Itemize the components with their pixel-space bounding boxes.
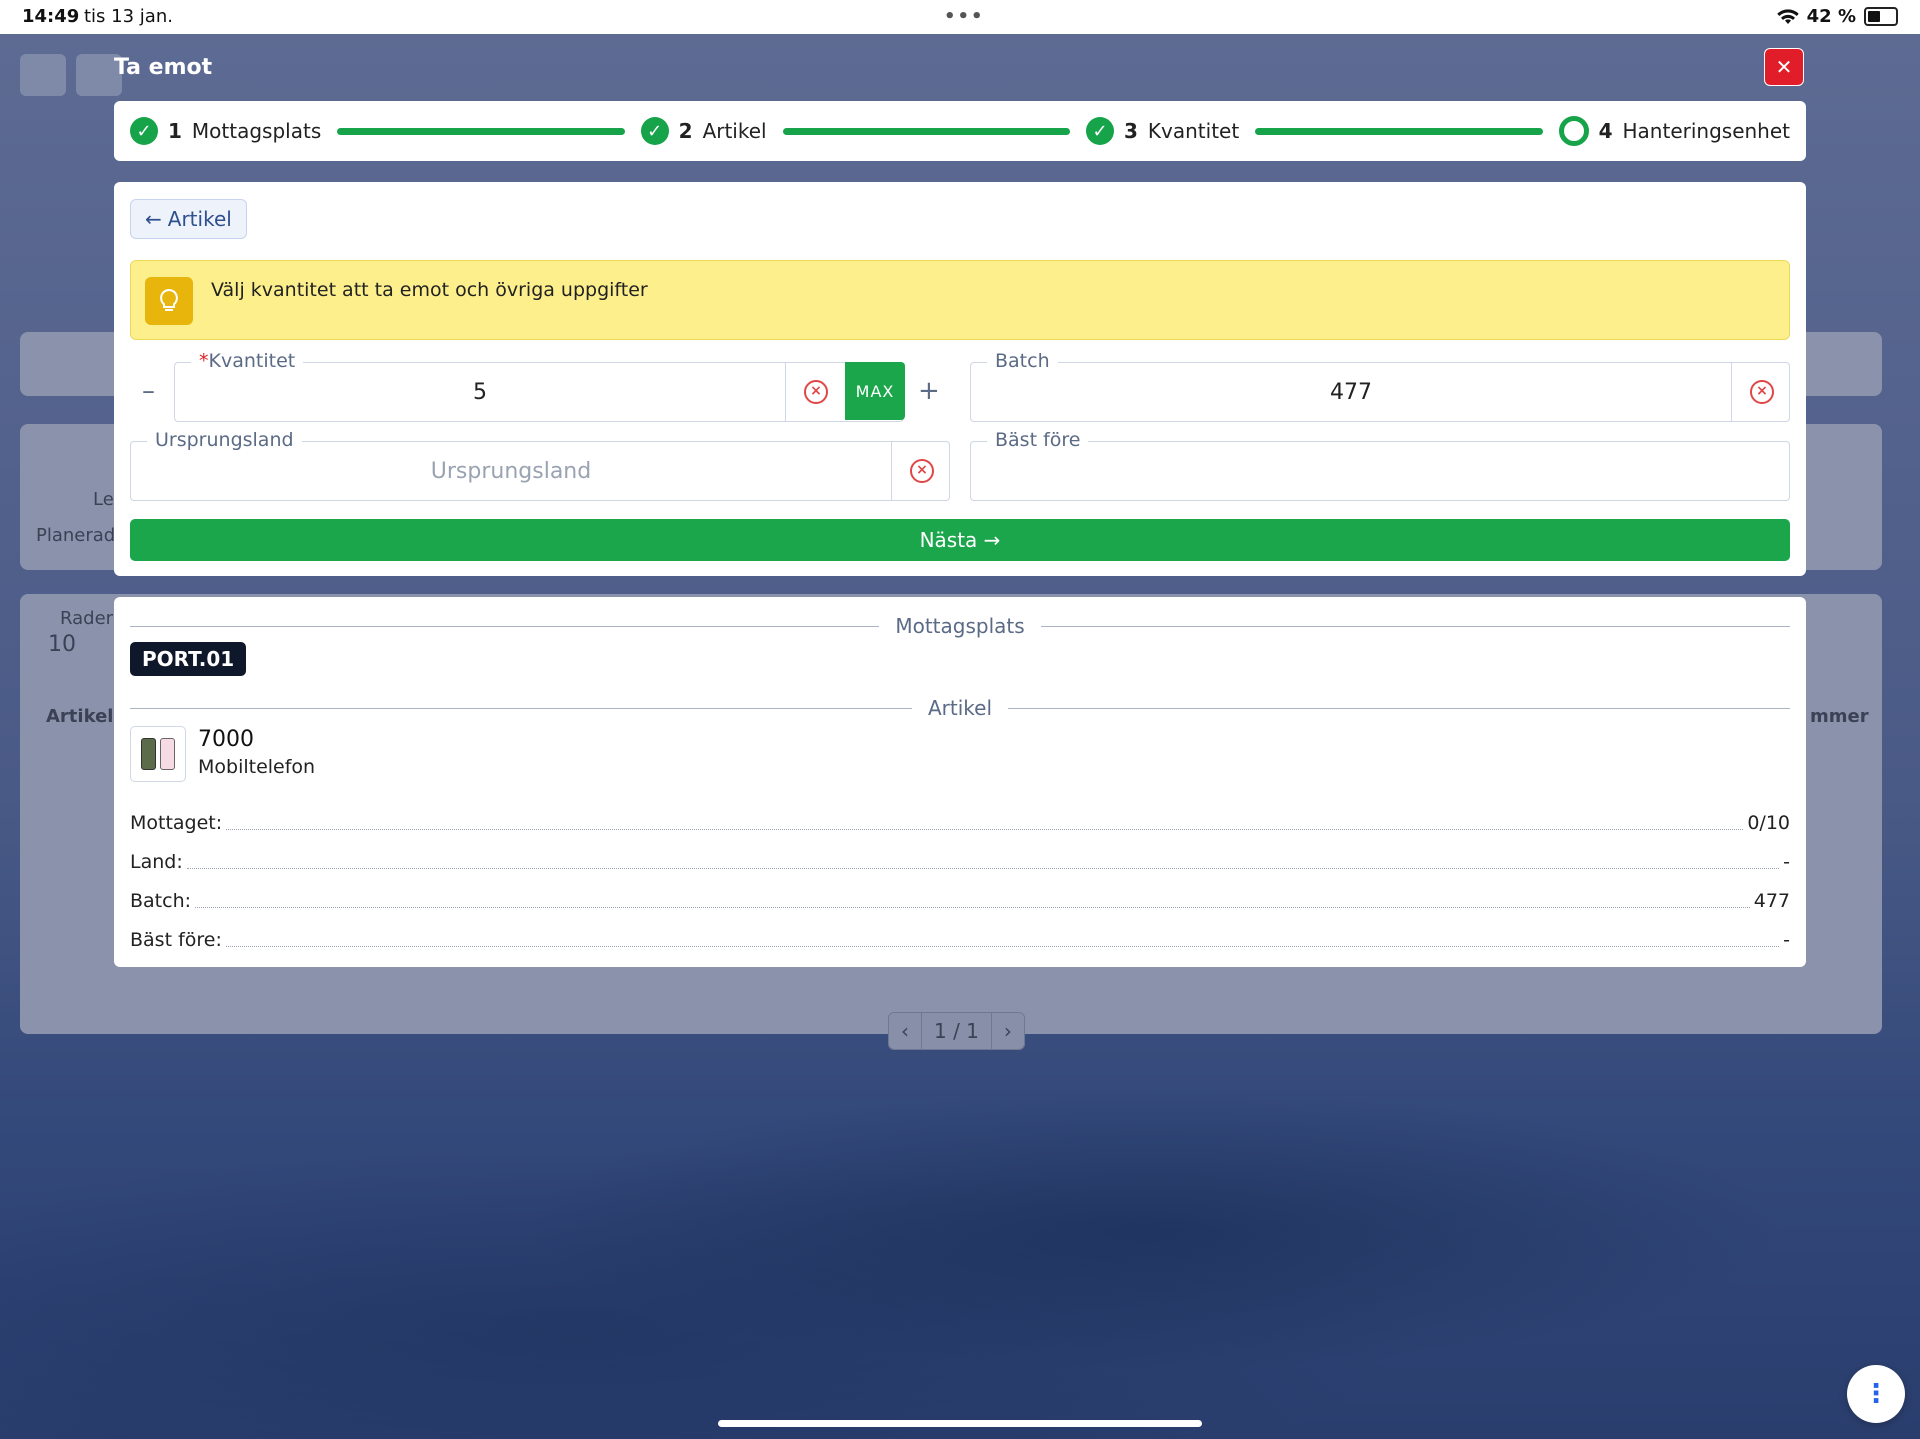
info-label: Planerad	[36, 525, 116, 546]
table-header: Artikel	[46, 706, 114, 727]
wifi-icon	[1776, 8, 1799, 24]
step-2[interactable]: ✓ 2 Artikel	[640, 117, 767, 145]
rows-label: Rader	[60, 608, 114, 629]
arrow-left-icon: ←	[145, 207, 162, 231]
quantity-input[interactable]: 5	[175, 363, 785, 421]
menu-button	[20, 54, 66, 96]
next-button[interactable]: Nästa →	[130, 519, 1790, 561]
step-connector	[337, 127, 625, 135]
current-step-ring-icon	[1558, 116, 1589, 146]
row-value: -	[1783, 929, 1790, 951]
article-header: Artikel	[927, 696, 993, 720]
clear-circle-icon: ×	[804, 380, 828, 404]
clear-circle-icon: ×	[910, 459, 934, 483]
country-row: Land: -	[130, 841, 1790, 873]
clear-origin-button[interactable]: ×	[891, 442, 952, 500]
best-before-input[interactable]	[971, 442, 1791, 500]
check-icon: ✓	[1086, 117, 1114, 145]
batch-input[interactable]: 477	[971, 363, 1731, 421]
summary-card: Mottagsplats PORT.01 Artikel 7000 Mobilt…	[114, 597, 1806, 967]
hint-banner: Välj kvantitet att ta emot och övriga up…	[130, 260, 1790, 340]
row-key: Batch:	[130, 890, 192, 912]
table-header: mmer	[1810, 706, 1869, 727]
pager-next-icon: ›	[991, 1013, 1024, 1049]
article-name: Mobiltelefon	[198, 756, 316, 778]
battery-icon	[1864, 7, 1898, 26]
row-value: 477	[1753, 890, 1790, 912]
multitasking-dots[interactable]: •••	[944, 6, 985, 27]
vertical-dots-icon: ⋮	[1863, 1379, 1889, 1409]
close-button[interactable]: ✕	[1764, 48, 1804, 86]
decrement-button[interactable]: –	[142, 376, 155, 406]
battery-percent: 42 %	[1806, 6, 1856, 27]
max-button[interactable]: MAX	[845, 362, 905, 420]
step-connector	[1255, 127, 1543, 135]
step-4: 4 Hanteringsenhet	[1558, 116, 1791, 146]
step-3[interactable]: ✓ 3 Kvantitet	[1086, 117, 1239, 145]
step-label: Mottagsplats	[191, 119, 322, 143]
best-before-field[interactable]: Bäst före	[970, 429, 1791, 501]
increment-button[interactable]: +	[918, 376, 940, 406]
pager-prev-icon: ‹	[889, 1013, 922, 1049]
best-before-row: Bäst före: -	[130, 919, 1790, 951]
origin-country-input[interactable]: Ursprungsland	[131, 442, 891, 500]
status-bar: 14:49 tis 13 jan. ••• 42 %	[0, 0, 1920, 34]
step-number: 3	[1124, 119, 1138, 143]
step-number: 1	[168, 119, 182, 143]
row-value: -	[1783, 851, 1790, 873]
article-image	[130, 726, 186, 782]
origin-country-field[interactable]: Ursprungsland Ursprungsland ×	[130, 429, 952, 501]
quantity-form: ← Artikel Välj kvantitet att ta emot och…	[114, 182, 1806, 576]
batch-field[interactable]: Batch 477 ×	[970, 350, 1792, 422]
clear-quantity-button[interactable]: ×	[785, 363, 846, 421]
step-number: 4	[1598, 119, 1613, 143]
location-header: Mottagsplats	[895, 614, 1025, 638]
step-1[interactable]: ✓ 1 Mottagsplats	[130, 117, 321, 145]
received-row: Mottaget: 0/10	[130, 802, 1790, 834]
article-number: 7000	[198, 727, 254, 752]
batch-row: Batch: 477	[130, 880, 1790, 912]
home-indicator[interactable]	[718, 1420, 1202, 1427]
row-key: Bäst före:	[130, 929, 222, 951]
info-label: Le	[93, 489, 114, 510]
clear-batch-button[interactable]: ×	[1731, 363, 1792, 421]
back-to-article-button[interactable]: ← Artikel	[130, 199, 247, 239]
quantity-field[interactable]: *Kvantitet 5 ×	[174, 350, 904, 422]
row-value: 0/10	[1747, 812, 1790, 834]
progress-stepper: ✓ 1 Mottagsplats ✓ 2 Artikel ✓ 3 Kvantit…	[114, 101, 1806, 161]
step-label: Hanteringsenhet	[1622, 119, 1791, 143]
step-number: 2	[678, 119, 693, 143]
location-divider: Mottagsplats	[130, 613, 1790, 639]
lightbulb-icon	[145, 277, 193, 325]
back-button-label: Artikel	[167, 207, 232, 231]
status-date: tis 13 jan.	[84, 6, 173, 27]
pager-page: 1 / 1	[922, 1013, 992, 1049]
row-key: Mottaget:	[130, 812, 223, 834]
rows-value: 10	[48, 632, 76, 657]
modal-title: Ta emot	[114, 55, 213, 80]
step-label: Artikel	[702, 119, 767, 143]
clear-circle-icon: ×	[1750, 380, 1774, 404]
step-connector	[782, 127, 1070, 135]
article-divider: Artikel	[130, 695, 1790, 721]
hint-text: Välj kvantitet att ta emot och övriga up…	[211, 279, 648, 301]
step-label: Kvantitet	[1147, 119, 1240, 143]
close-icon: ✕	[1775, 55, 1793, 79]
more-options-button[interactable]: ⋮	[1847, 1365, 1905, 1423]
check-icon: ✓	[130, 117, 158, 145]
pager: ‹ 1 / 1 ›	[888, 1012, 1025, 1050]
row-key: Land:	[130, 851, 183, 873]
check-icon: ✓	[640, 117, 669, 145]
location-tag: PORT.01	[130, 642, 247, 676]
status-time: 14:49	[22, 6, 80, 27]
